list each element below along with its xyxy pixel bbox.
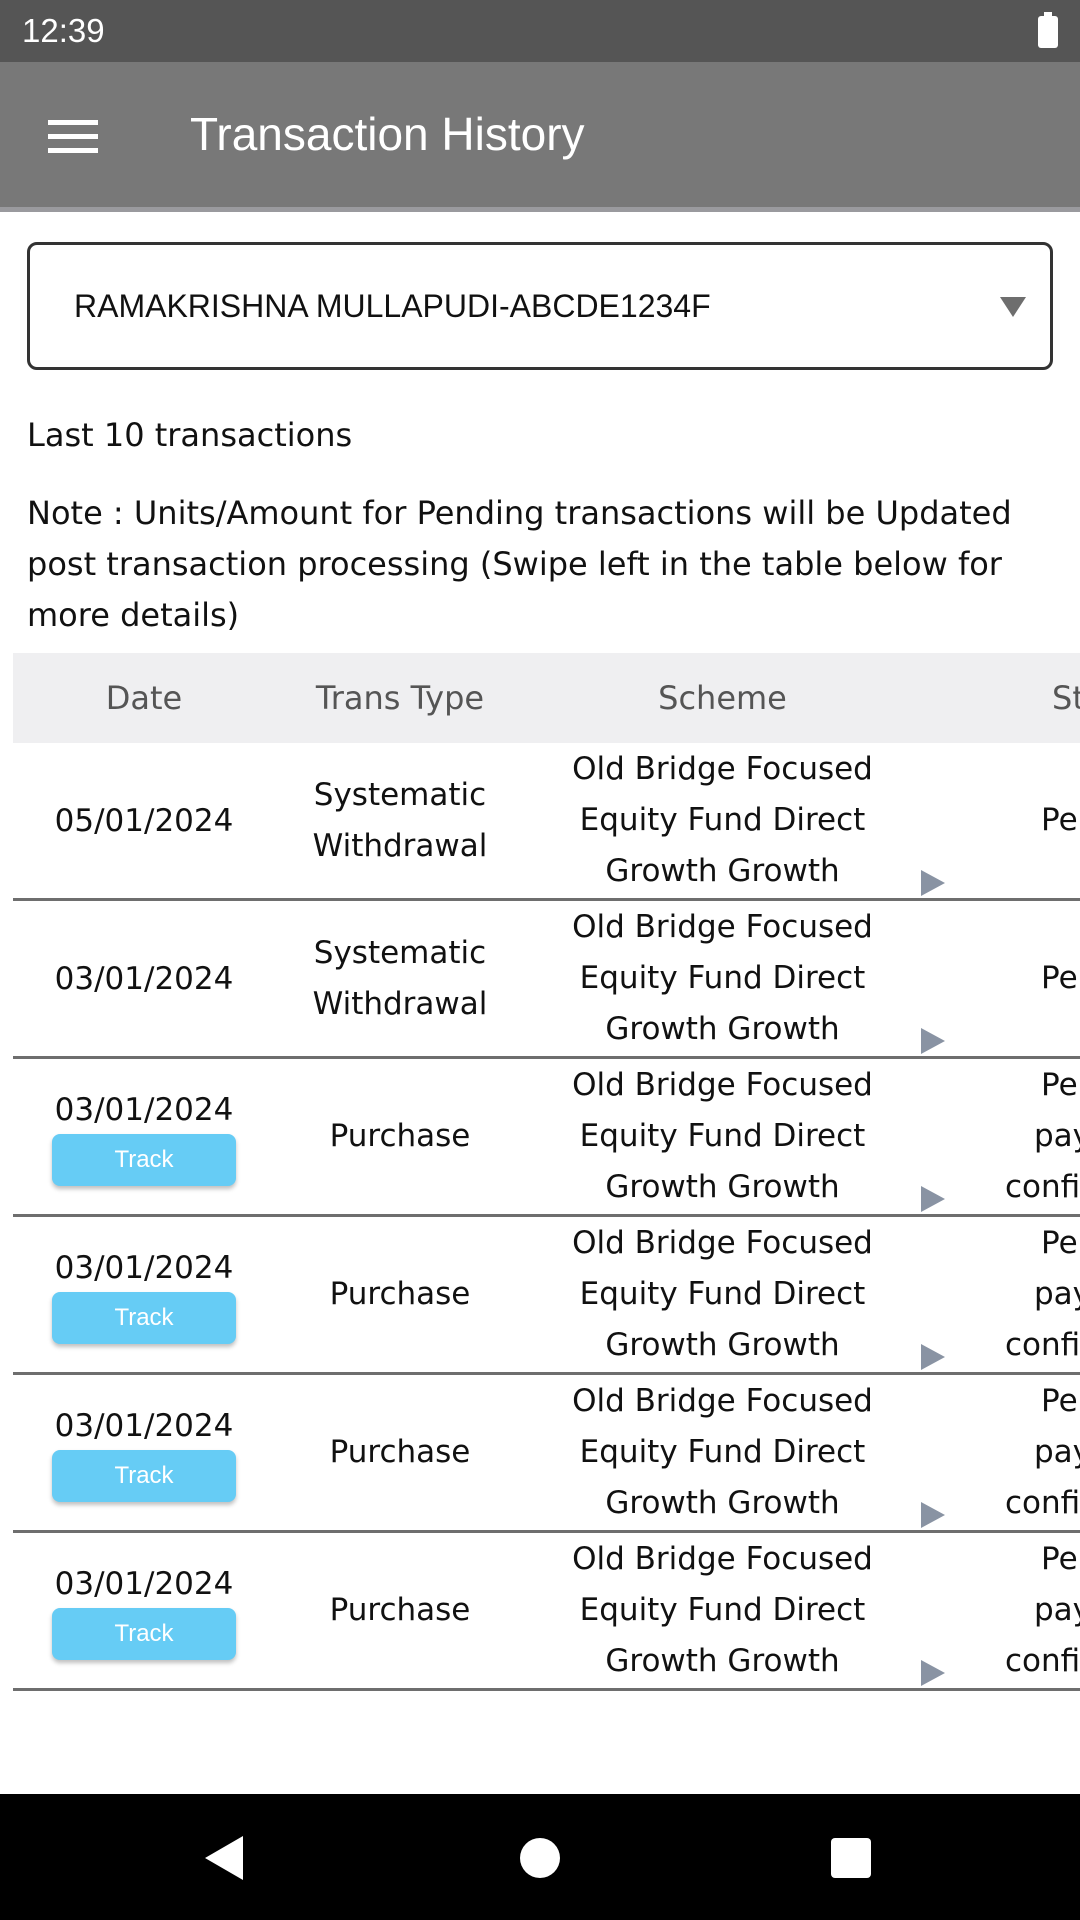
- status-cell: Pending payment confirmation: [1005, 1225, 1080, 1363]
- status-cell: Pending: [1041, 802, 1080, 838]
- status-cell: Pending payment confirmation: [1005, 1383, 1080, 1521]
- battery-icon: [1038, 12, 1058, 48]
- date-cell: 03/01/2024 Track: [13, 1375, 275, 1530]
- trans-type-cell: Purchase: [329, 1118, 471, 1154]
- date-cell: 03/01/2024 Track: [13, 1059, 275, 1214]
- track-button[interactable]: Track: [52, 1133, 236, 1186]
- last-transactions-label: Last 10 transactions: [27, 416, 353, 454]
- status-bar: 12:39: [0, 0, 1080, 62]
- table-row[interactable]: 03/01/2024 Track Purchase Old Bridge Focuse…: [13, 1375, 1080, 1533]
- track-button[interactable]: Track: [52, 1449, 236, 1502]
- investor-select-value: RAMAKRISHNA MULLAPUDI-ABCDE1234F: [74, 288, 711, 324]
- hamburger-menu-icon[interactable]: [48, 120, 98, 154]
- date-cell: 03/01/2024 Track: [13, 1217, 275, 1372]
- track-button[interactable]: Track: [52, 1607, 236, 1660]
- scheme-cell: Old Bridge Focused Equity Fund Direct Gr…: [572, 1067, 873, 1205]
- dropdown-arrow-icon: [1000, 297, 1026, 317]
- scheme-cell: Old Bridge Focused Equity Fund Direct Gr…: [572, 1541, 873, 1679]
- expand-arrow-icon[interactable]: [921, 870, 945, 896]
- status-cell: Pending payment confirmation: [1005, 1067, 1080, 1205]
- pending-note: Note : Units/Amount for Pending transact…: [27, 494, 1012, 634]
- status-cell: Pending: [1041, 960, 1080, 996]
- table-header: Date Trans Type Scheme Status: [13, 653, 1080, 743]
- header-date: Date: [105, 679, 183, 717]
- transaction-date: 03/01/2024: [54, 960, 234, 997]
- trans-type-cell: Systematic Withdrawal: [312, 934, 488, 1022]
- transaction-date: 05/01/2024: [54, 802, 234, 839]
- investor-select[interactable]: RAMAKRISHNA MULLAPUDI-ABCDE1234F: [27, 242, 1053, 370]
- date-cell: 05/01/2024: [13, 743, 275, 898]
- transaction-date: 03/01/2024: [54, 1407, 234, 1444]
- scheme-cell: Old Bridge Focused Equity Fund Direct Gr…: [572, 909, 873, 1047]
- transaction-date: 03/01/2024: [54, 1565, 234, 1602]
- navigation-bar: [0, 1794, 1080, 1920]
- page-title: Transaction History: [190, 108, 585, 160]
- transaction-date: 03/01/2024: [54, 1249, 234, 1286]
- header-status: Status: [1052, 679, 1080, 717]
- expand-arrow-icon[interactable]: [921, 1502, 945, 1528]
- scheme-cell: Old Bridge Focused Equity Fund Direct Gr…: [572, 1225, 873, 1363]
- table-row[interactable]: 03/01/2024 Track Purchase Old Bridge Focuse…: [13, 1533, 1080, 1691]
- expand-arrow-icon[interactable]: [921, 1344, 945, 1370]
- expand-arrow-icon[interactable]: [921, 1028, 945, 1054]
- table-row[interactable]: 03/01/2024 Track Purchase Old Bridge Focuse…: [13, 1217, 1080, 1375]
- date-cell: 03/01/2024: [13, 901, 275, 1056]
- trans-type-cell: Systematic Withdrawal: [312, 776, 488, 864]
- recent-apps-icon[interactable]: [831, 1838, 871, 1878]
- status-cell: Pending payment confirmation: [1005, 1541, 1080, 1679]
- home-icon[interactable]: [520, 1838, 560, 1878]
- app-bar: Transaction History: [0, 62, 1080, 212]
- trans-type-cell: Purchase: [329, 1276, 471, 1312]
- table-row[interactable]: 03/01/2024 Track Purchase Old Bridge Focuse…: [13, 1059, 1080, 1217]
- track-button[interactable]: Track: [52, 1291, 236, 1344]
- expand-arrow-icon[interactable]: [921, 1186, 945, 1212]
- header-trans-type: Trans Type: [315, 679, 485, 717]
- status-time: 12:39: [22, 12, 105, 49]
- header-scheme: Scheme: [658, 679, 787, 717]
- transaction-date: 03/01/2024: [54, 1091, 234, 1128]
- table-row[interactable]: 05/01/2024 Systematic Withdrawal Old Bridg…: [13, 743, 1080, 901]
- expand-arrow-icon[interactable]: [921, 1660, 945, 1686]
- table-row[interactable]: 03/01/2024 Systematic Withdrawal Old Bridg…: [13, 901, 1080, 1059]
- back-icon[interactable]: [205, 1836, 243, 1880]
- transactions-table[interactable]: Date Trans Type Scheme Status 05/01/2024…: [13, 653, 1080, 1693]
- scheme-cell: Old Bridge Focused Equity Fund Direct Gr…: [572, 1383, 873, 1521]
- trans-type-cell: Purchase: [329, 1592, 471, 1628]
- trans-type-cell: Purchase: [329, 1434, 471, 1470]
- date-cell: 03/01/2024 Track: [13, 1533, 275, 1688]
- scheme-cell: Old Bridge Focused Equity Fund Direct Gr…: [572, 751, 873, 889]
